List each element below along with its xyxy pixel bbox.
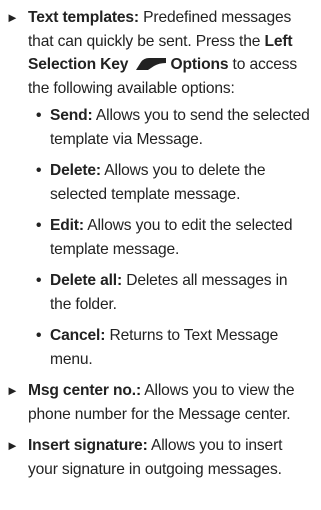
bullet-icon: •: [36, 272, 42, 289]
option-description: Allows you to edit the selected template…: [50, 217, 293, 258]
bullet-icon: •: [36, 107, 42, 124]
item-term: Insert signature:: [28, 437, 148, 454]
option-term: Delete:: [50, 162, 101, 179]
arrow-bullet-icon: ►: [6, 438, 19, 453]
option-term: Cancel:: [50, 327, 106, 344]
option-delete-all: • Delete all: Deletes all messages in th…: [28, 269, 311, 316]
left-selection-key-icon: [135, 58, 166, 70]
bullet-icon: •: [36, 217, 42, 234]
option-send: • Send: Allows you to send the selected …: [28, 104, 311, 151]
arrow-bullet-icon: ►: [6, 10, 19, 25]
options-label: Options: [170, 56, 229, 73]
bullet-icon: •: [36, 327, 42, 344]
option-term: Delete all:: [50, 272, 123, 289]
option-term: Edit:: [50, 217, 84, 234]
option-delete: • Delete: Allows you to delete the selec…: [28, 159, 311, 206]
item-term: Msg center no.:: [28, 382, 141, 399]
list-item-msg-center: ► Msg center no.: Allows you to view the…: [6, 379, 311, 426]
option-edit: • Edit: Allows you to edit the selected …: [28, 214, 311, 261]
option-cancel: • Cancel: Returns to Text Message menu.: [28, 324, 311, 371]
list-item-text-templates: ► Text templates: Predefined messages th…: [6, 6, 311, 371]
arrow-bullet-icon: ►: [6, 383, 19, 398]
options-list: • Send: Allows you to send the selected …: [28, 104, 311, 371]
list-item-insert-signature: ► Insert signature: Allows you to insert…: [6, 434, 311, 481]
manual-page: ► Text templates: Predefined messages th…: [0, 0, 321, 510]
option-term: Send:: [50, 107, 93, 124]
bullet-icon: •: [36, 162, 42, 179]
item-term: Text templates:: [28, 9, 139, 26]
